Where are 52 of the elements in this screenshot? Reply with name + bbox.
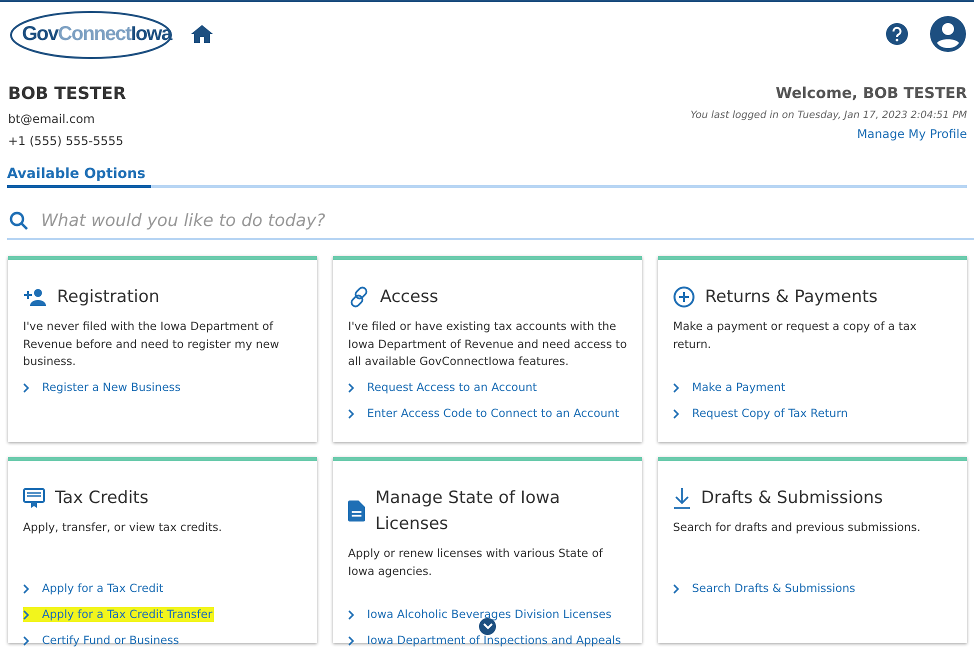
option-link[interactable]: Register a New Business <box>23 380 183 395</box>
option-link[interactable]: Iowa Alcoholic Beverages Division Licenses <box>348 607 614 622</box>
chevron-down-icon <box>482 623 492 630</box>
link-icon <box>348 286 370 308</box>
chevron-right-icon <box>348 408 355 418</box>
add-circle-icon <box>673 286 695 308</box>
chevron-right-icon <box>23 610 30 620</box>
card-description: I've filed or have existing tax accounts with the Iowa Department of Revenue and need access to all available GovConnectIowa features. <box>348 319 627 370</box>
add-person-icon <box>23 288 47 306</box>
card-description: Search for drafts and previous submissions. <box>673 520 922 536</box>
chevron-right-icon <box>673 584 680 594</box>
chevron-right-icon <box>673 382 680 392</box>
chevron-right-icon <box>23 636 30 646</box>
manage-profile-link[interactable]: Manage My Profile <box>856 127 967 141</box>
card-title: Drafts & Submissions <box>701 487 883 510</box>
certificate-icon <box>23 487 45 509</box>
card-description: I've never filed with the Iowa Department of Revenue before and need to register my new business. <box>23 319 280 370</box>
option-link[interactable]: Enter Access Code to Connect to an Account <box>348 406 622 421</box>
account-icon[interactable] <box>930 16 966 52</box>
option-link[interactable]: Request Copy of Tax Return <box>673 406 850 421</box>
option-link[interactable]: Make a Payment <box>673 380 788 395</box>
user-name: BOB TESTER <box>8 84 126 104</box>
document-icon <box>348 500 366 522</box>
card-title: Manage State of Iowa Licenses <box>375 487 562 536</box>
chevron-right-icon <box>23 584 30 594</box>
option-link[interactable]: Apply for a Tax Credit <box>23 581 166 596</box>
option-link[interactable]: Iowa Department of Inspections and Appeals <box>348 633 624 648</box>
card-title: Registration <box>57 286 160 309</box>
help-icon[interactable] <box>886 23 908 45</box>
option-link[interactable]: Apply for a Tax Credit Transfer <box>23 607 214 622</box>
card-description: Apply or renew licenses with various State of Iowa agencies. <box>348 546 604 580</box>
chevron-right-icon <box>348 382 355 392</box>
card-title: Tax Credits <box>55 487 148 510</box>
card-description: Make a payment or request a copy of a tax return. <box>673 319 918 352</box>
welcome-text: Welcome, BOB TESTER <box>776 84 967 102</box>
search-icon <box>9 211 29 231</box>
user-email: bt@email.com <box>8 112 96 126</box>
download-icon <box>673 487 691 509</box>
chevron-right-icon <box>23 382 30 392</box>
option-link[interactable]: Search Drafts & Submissions <box>673 581 858 596</box>
card-description: Apply, transfer, or view tax credits. <box>23 520 224 536</box>
user-phone: +1 (555) 555-5555 <box>8 134 124 148</box>
card-title: Access <box>380 286 438 309</box>
tab[interactable]: Available Options <box>7 166 152 188</box>
card-title: Returns & Payments <box>705 286 878 309</box>
chevron-right-icon <box>673 408 680 418</box>
option-link[interactable]: Request Access to an Account <box>348 380 539 395</box>
option-link[interactable]: Certify Fund or Business <box>23 633 182 648</box>
last-login-text: You last logged in on Tuesday, Jan 17, 2023 2:04:51 PM <box>690 110 967 121</box>
chevron-right-icon <box>348 636 355 646</box>
home-icon[interactable] <box>191 25 214 43</box>
chevron-right-icon <box>348 610 355 620</box>
